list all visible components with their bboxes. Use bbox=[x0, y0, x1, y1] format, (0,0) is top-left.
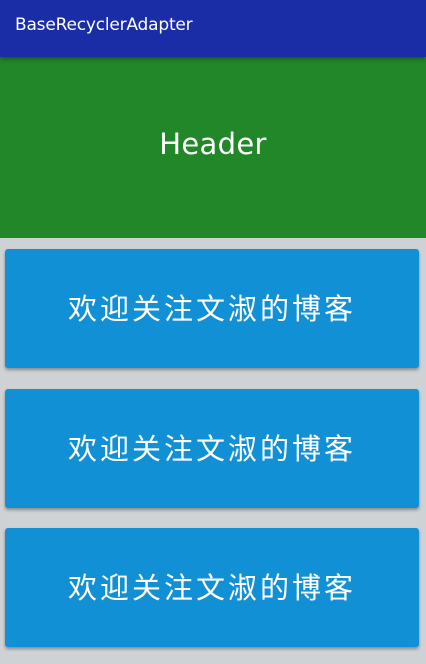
list-item-text: 欢迎关注文淑的博客 bbox=[67, 431, 356, 466]
list-item[interactable]: 欢迎关注文淑的博客 bbox=[5, 528, 419, 647]
list-header[interactable]: Header bbox=[0, 57, 426, 238]
list-item-text: 欢迎关注文淑的博客 bbox=[67, 291, 356, 326]
header-label: Header bbox=[159, 126, 267, 161]
list-item[interactable]: 欢迎关注文淑的博客 bbox=[5, 389, 419, 508]
recycler-list[interactable]: 欢迎关注文淑的博客 欢迎关注文淑的博客 欢迎关注文淑的博客 bbox=[0, 238, 426, 664]
app-title: BaseRecyclerAdapter bbox=[15, 15, 193, 35]
list-item-text: 欢迎关注文淑的博客 bbox=[67, 570, 356, 605]
app-bar: BaseRecyclerAdapter bbox=[0, 0, 426, 57]
list-item[interactable]: 欢迎关注文淑的博客 bbox=[5, 249, 419, 368]
